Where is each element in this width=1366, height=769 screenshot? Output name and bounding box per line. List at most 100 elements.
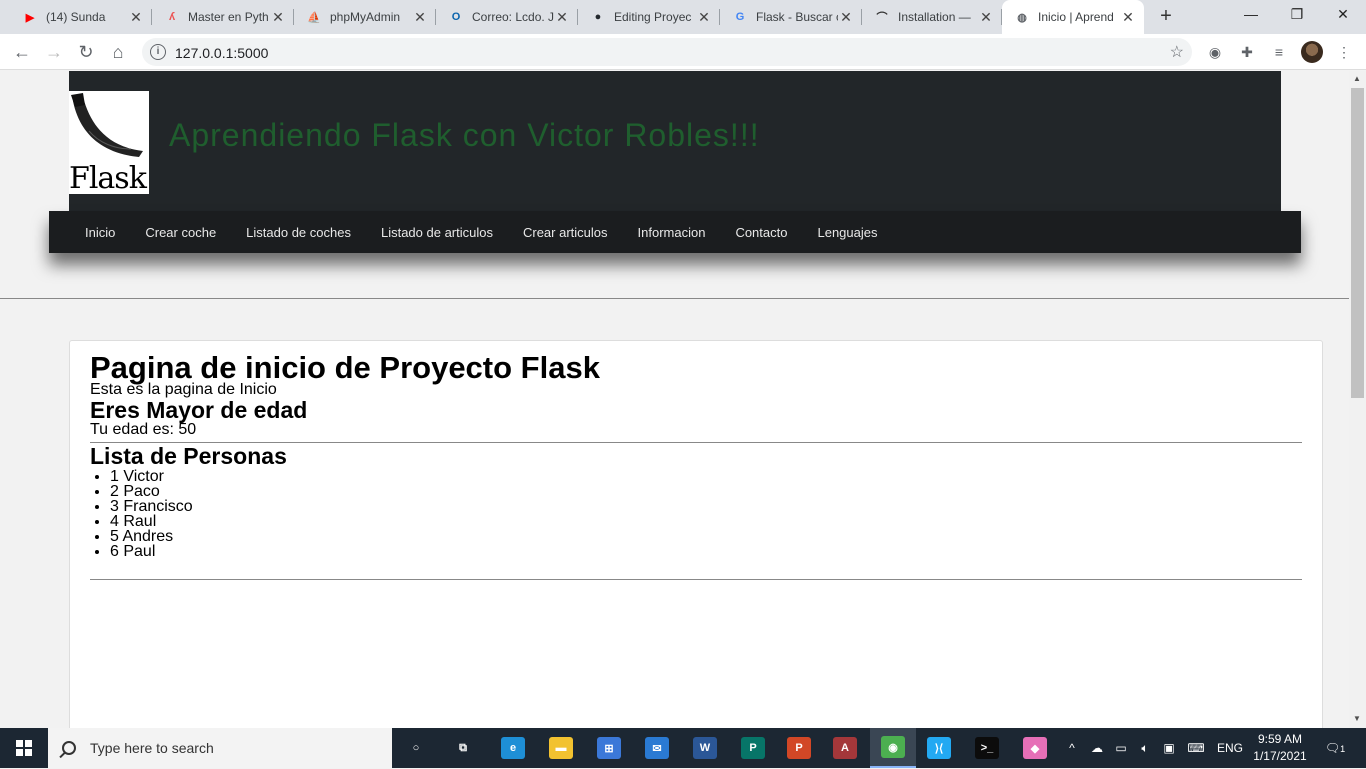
media-queue-icon[interactable]: ≡: [1269, 42, 1289, 62]
taskbar-app[interactable]: ✉: [634, 728, 680, 768]
close-tab-icon[interactable]: ✕: [554, 9, 570, 26]
extensions-puzzle-icon[interactable]: ✚: [1237, 42, 1257, 62]
menu-kebab-icon[interactable]: ⋮: [1334, 42, 1354, 62]
taskbar-app[interactable]: ◆: [1012, 728, 1058, 768]
back-icon[interactable]: ←: [10, 40, 34, 64]
browser-tab[interactable]: ● Editing Proyec ✕: [578, 0, 720, 34]
list-item: 6 Paul: [110, 544, 1302, 560]
menu-item[interactable]: Listado de articulos: [381, 225, 493, 240]
publisher-icon: P: [741, 737, 765, 759]
github-icon: ●: [594, 11, 602, 23]
browser-tab[interactable]: ▶ (14) Sunda ✕: [10, 0, 152, 34]
list-item: 5 Andres: [110, 529, 1302, 545]
close-tab-icon[interactable]: ✕: [270, 9, 286, 26]
age-text: Tu edad es: 50: [90, 421, 197, 438]
tab-title: Editing Proyec: [614, 10, 692, 24]
phpmyadmin-icon: ⛵: [307, 11, 321, 24]
browser-tab[interactable]: ⛵ phpMyAdmin ✕: [294, 0, 436, 34]
menu-item[interactable]: Informacion: [638, 225, 706, 240]
access-icon: A: [833, 737, 857, 759]
browser-tab[interactable]: ⌒ Installation — ✕: [862, 0, 1002, 34]
menu-item[interactable]: Contacto: [735, 225, 787, 240]
notification-center-icon[interactable]: 🗨︎1: [1320, 728, 1350, 768]
profile-avatar[interactable]: [1301, 41, 1323, 63]
mail-icon: ✉: [645, 737, 669, 759]
clock-date: 1/17/2021: [1253, 749, 1307, 763]
reload-icon[interactable]: ↻: [74, 40, 98, 64]
site-info-icon[interactable]: i: [150, 44, 166, 60]
menu-item[interactable]: Inicio: [85, 225, 115, 240]
main-menu: Inicio Crear coche Listado de coches Listad…: [49, 211, 1301, 253]
udemy-icon: ʎ: [168, 11, 176, 23]
menu-item[interactable]: Lenguajes: [817, 225, 877, 240]
close-window-button[interactable]: ✕: [1320, 0, 1366, 30]
address-bar[interactable]: i 127.0.0.1:5000 ☆: [142, 38, 1192, 66]
show-hidden-icons-chevron-icon[interactable]: ^: [1062, 728, 1082, 768]
terminal-icon: >_: [975, 737, 999, 759]
home-icon[interactable]: ⌂: [106, 40, 130, 64]
file-explorer-icon: ▬: [549, 737, 573, 759]
url-text[interactable]: 127.0.0.1:5000: [175, 45, 268, 61]
list-item: 3 Francisco: [110, 499, 1302, 515]
search-icon: [62, 741, 76, 755]
bookmark-star-icon[interactable]: ☆: [1170, 42, 1184, 62]
minimize-button[interactable]: —: [1228, 0, 1274, 30]
list-item: 2 Paco: [110, 484, 1302, 500]
new-tab-button[interactable]: +: [1154, 5, 1178, 29]
menu-item[interactable]: Crear articulos: [523, 225, 608, 240]
tab-title: (14) Sunda: [46, 10, 106, 24]
close-tab-icon[interactable]: ✕: [412, 9, 428, 26]
scroll-down-icon[interactable]: ▼: [1353, 714, 1361, 723]
restore-button[interactable]: ❐: [1274, 0, 1320, 30]
taskbar-app[interactable]: P: [776, 728, 822, 768]
browser-tab[interactable]: G Flask - Buscar c ✕: [720, 0, 862, 34]
page-scrollbar[interactable]: ▲ ▼: [1349, 71, 1366, 728]
powerpoint-icon: P: [787, 737, 811, 759]
notification-count: 1: [1340, 744, 1346, 754]
clock[interactable]: 9:59 AM 1/17/2021: [1252, 731, 1308, 765]
taskbar-search[interactable]: Type here to search: [48, 728, 392, 768]
taskbar-app[interactable]: ○: [393, 728, 439, 768]
tab-title: Installation —: [898, 10, 971, 24]
battery-icon[interactable]: ▭: [1110, 728, 1132, 768]
page-viewport: Flask Aprendiendo Flask con Victor Roble…: [0, 71, 1349, 728]
close-tab-icon[interactable]: ✕: [1120, 9, 1136, 26]
extension-circle-icon[interactable]: ◉: [1205, 42, 1225, 62]
taskbar-app[interactable]: ⊞: [586, 728, 632, 768]
browser-tab[interactable]: ʎ Master en Pyth ✕: [152, 0, 294, 34]
taskbar-app[interactable]: W: [682, 728, 728, 768]
keyboard-icon[interactable]: ⌨: [1182, 728, 1210, 768]
close-tab-icon[interactable]: ✕: [696, 9, 712, 26]
menu-item[interactable]: Listado de coches: [246, 225, 351, 240]
volume-icon[interactable]: 🔈︎: [1134, 728, 1156, 768]
menu-item[interactable]: Crear coche: [145, 225, 216, 240]
browser-tab[interactable]: ◍ Inicio | Aprend ✕: [1002, 0, 1144, 34]
task-view-icon: ⧉: [459, 741, 467, 754]
tab-title: Master en Pyth: [188, 10, 269, 24]
taskbar-app[interactable]: ◉: [870, 728, 916, 768]
taskbar-app[interactable]: A: [822, 728, 868, 768]
scroll-up-icon[interactable]: ▲: [1353, 74, 1361, 83]
taskbar-app[interactable]: P: [730, 728, 776, 768]
word-icon: W: [693, 737, 717, 759]
tab-strip: + — ❐ ✕ ▶ (14) Sunda ✕ ʎ Master en Pyth ✕ ⛵ php…: [0, 0, 1366, 34]
flask-logo: Flask: [69, 91, 149, 194]
scroll-thumb[interactable]: [1351, 88, 1364, 398]
tab-title: Correo: Lcdo. J: [472, 10, 554, 24]
network-icon[interactable]: ▣: [1158, 728, 1180, 768]
onedrive-warning-icon[interactable]: ☁: [1086, 728, 1108, 768]
taskbar-app[interactable]: ⟩⟨: [916, 728, 962, 768]
taskbar-app[interactable]: >_: [964, 728, 1010, 768]
close-tab-icon[interactable]: ✕: [978, 9, 994, 26]
close-tab-icon[interactable]: ✕: [128, 9, 144, 26]
search-placeholder[interactable]: Type here to search: [90, 740, 214, 756]
taskbar-app[interactable]: e: [490, 728, 536, 768]
taskbar-app[interactable]: ⧉: [440, 728, 486, 768]
language-indicator[interactable]: ENG: [1214, 728, 1246, 768]
forward-icon[interactable]: →: [42, 40, 66, 64]
store-icon: ⊞: [597, 737, 621, 759]
browser-tab[interactable]: O Correo: Lcdo. J ✕: [436, 0, 578, 34]
start-button[interactable]: [0, 728, 48, 768]
close-tab-icon[interactable]: ✕: [838, 9, 854, 26]
taskbar-app[interactable]: ▬: [538, 728, 584, 768]
